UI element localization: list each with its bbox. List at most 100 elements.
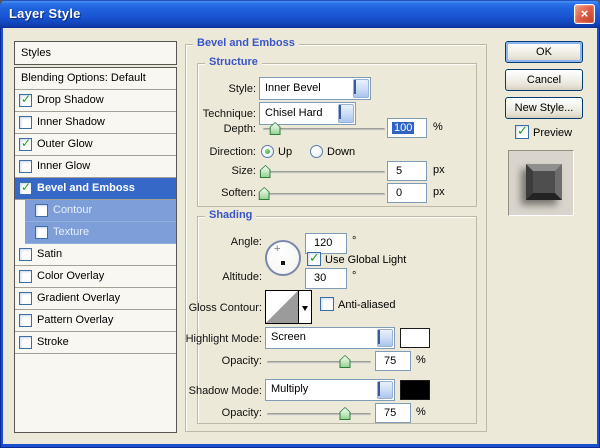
styles-header: Styles xyxy=(14,41,177,65)
highlight-mode-label: Highlight Mode: xyxy=(185,333,262,345)
direction-up-radio[interactable] xyxy=(261,145,274,158)
shadow-opacity-value: 75 xyxy=(384,407,397,419)
style-dropdown[interactable]: Inner Bevel xyxy=(259,77,371,100)
size-field[interactable]: 5 xyxy=(387,161,427,181)
stroke-checkbox[interactable]: ✓ xyxy=(19,336,32,349)
shadow-color-swatch[interactable] xyxy=(400,380,430,400)
sidebar-item-label: Texture xyxy=(53,226,90,238)
chevron-down-icon[interactable] xyxy=(338,104,354,123)
sidebar-item-label: Pattern Overlay xyxy=(37,314,114,326)
highlight-color-swatch[interactable] xyxy=(400,328,430,348)
size-unit: px xyxy=(433,164,445,176)
technique-value: Chisel Hard xyxy=(265,107,323,119)
sidebar-item-label: Color Overlay xyxy=(37,270,105,282)
gloss-contour-label: Gloss Contour: xyxy=(188,302,262,314)
shadow-opacity-field[interactable]: 75 xyxy=(375,403,411,423)
shadow-opacity-unit: % xyxy=(416,406,426,418)
styles-list: Blending Options: Default ✓ Drop Shadow … xyxy=(14,67,177,433)
check-icon: ✓ xyxy=(517,123,528,138)
sidebar-item-label: Inner Shadow xyxy=(37,116,105,128)
preview-label: Preview xyxy=(533,127,573,139)
bevel-emboss-checkbox[interactable]: ✓ xyxy=(19,180,32,195)
shadow-opacity-slider[interactable] xyxy=(267,407,371,420)
angle-marker-icon: + xyxy=(274,243,281,255)
preview-checkbox[interactable]: ✓ xyxy=(515,123,529,139)
highlight-opacity-value: 75 xyxy=(384,355,397,367)
technique-label: Technique: xyxy=(202,108,256,120)
altitude-label: Altitude: xyxy=(222,271,262,283)
color-overlay-checkbox[interactable]: ✓ xyxy=(19,270,32,283)
pattern-overlay-checkbox[interactable]: ✓ xyxy=(19,314,32,327)
depth-value: 100 xyxy=(392,122,415,134)
sidebar-item-label: Drop Shadow xyxy=(37,94,104,106)
inner-glow-checkbox[interactable]: ✓ xyxy=(19,160,32,173)
shadow-mode-dropdown[interactable]: Multiply xyxy=(265,379,395,401)
sidebar-item-label: Inner Glow xyxy=(37,160,91,172)
size-value: 5 xyxy=(396,165,403,177)
technique-dropdown[interactable]: Chisel Hard xyxy=(259,102,356,125)
sidebar-item-label: Stroke xyxy=(37,336,69,348)
layer-style-dialog: Layer Style × Styles Blending Options: D… xyxy=(0,0,600,448)
highlight-opacity-slider[interactable] xyxy=(267,355,371,368)
check-icon: ✓ xyxy=(21,92,32,106)
highlight-opacity-field[interactable]: 75 xyxy=(375,351,411,371)
sidebar-item-label: Contour xyxy=(53,204,93,216)
chevron-down-icon[interactable] xyxy=(377,329,393,347)
new-style-button[interactable]: New Style... xyxy=(505,97,583,119)
check-icon: ✓ xyxy=(21,136,32,150)
altitude-field[interactable]: 30 xyxy=(305,268,347,289)
soften-field[interactable]: 0 xyxy=(387,183,427,203)
angle-center-dot xyxy=(281,261,285,265)
outer-glow-checkbox[interactable]: ✓ xyxy=(19,136,32,151)
altitude-unit: ° xyxy=(352,270,357,282)
shadow-opacity-label: Opacity: xyxy=(221,407,262,419)
texture-checkbox[interactable]: ✓ xyxy=(35,226,48,239)
style-preview-thumbnail xyxy=(508,150,574,216)
size-slider[interactable] xyxy=(259,165,385,178)
bevel-emboss-title: Bevel and Emboss xyxy=(193,37,299,49)
use-global-light-checkbox[interactable]: ✓ xyxy=(307,250,321,266)
soften-slider[interactable] xyxy=(258,187,385,200)
highlight-mode-dropdown[interactable]: Screen xyxy=(265,327,395,349)
chevron-down-icon[interactable] xyxy=(377,381,393,399)
bevel-preview-square xyxy=(526,164,562,200)
direction-label: Direction: xyxy=(209,146,256,158)
angle-dial[interactable]: + xyxy=(265,240,301,276)
sidebar-item-contour[interactable]: ✓ Contour xyxy=(25,200,176,222)
depth-field[interactable]: 100 xyxy=(387,118,427,138)
use-global-light-label: Use Global Light xyxy=(325,254,407,266)
depth-unit: % xyxy=(433,121,443,133)
cancel-button[interactable]: Cancel xyxy=(505,69,583,91)
direction-down-radio[interactable] xyxy=(310,145,323,158)
inner-shadow-checkbox[interactable]: ✓ xyxy=(19,116,32,129)
altitude-value: 30 xyxy=(314,272,327,284)
style-label: Style: xyxy=(228,83,256,95)
sidebar-item-label: Bevel and Emboss xyxy=(37,182,135,194)
soften-value: 0 xyxy=(396,187,403,199)
ok-button[interactable]: OK xyxy=(505,41,583,63)
radio-dot xyxy=(265,149,270,154)
gradient-overlay-checkbox[interactable]: ✓ xyxy=(19,292,32,305)
highlight-opacity-unit: % xyxy=(416,354,426,366)
gloss-contour-arrow-button[interactable] xyxy=(299,290,312,324)
shadow-mode-value: Multiply xyxy=(271,383,309,395)
chevron-down-icon[interactable] xyxy=(353,79,369,98)
satin-checkbox[interactable]: ✓ xyxy=(19,248,32,261)
triangle-down-icon xyxy=(302,306,308,311)
depth-slider[interactable] xyxy=(263,122,385,135)
depth-label: Depth: xyxy=(223,123,256,135)
shading-title: Shading xyxy=(205,209,257,221)
contour-checkbox[interactable]: ✓ xyxy=(35,204,48,217)
gloss-contour-thumbnail[interactable] xyxy=(265,290,299,324)
close-button[interactable]: × xyxy=(574,4,595,24)
title-bar[interactable]: Layer Style × xyxy=(0,0,600,28)
sidebar-item-label: Blending Options: Default xyxy=(21,72,146,84)
size-label: Size: xyxy=(231,165,256,177)
drop-shadow-checkbox[interactable]: ✓ xyxy=(19,92,32,107)
direction-up-label: Up xyxy=(278,146,293,158)
angle-unit: ° xyxy=(352,235,357,247)
check-icon: ✓ xyxy=(309,250,320,265)
anti-aliased-checkbox[interactable]: ✓ xyxy=(320,297,334,311)
sidebar-item-label: Outer Glow xyxy=(37,138,93,150)
soften-unit: px xyxy=(433,186,445,198)
